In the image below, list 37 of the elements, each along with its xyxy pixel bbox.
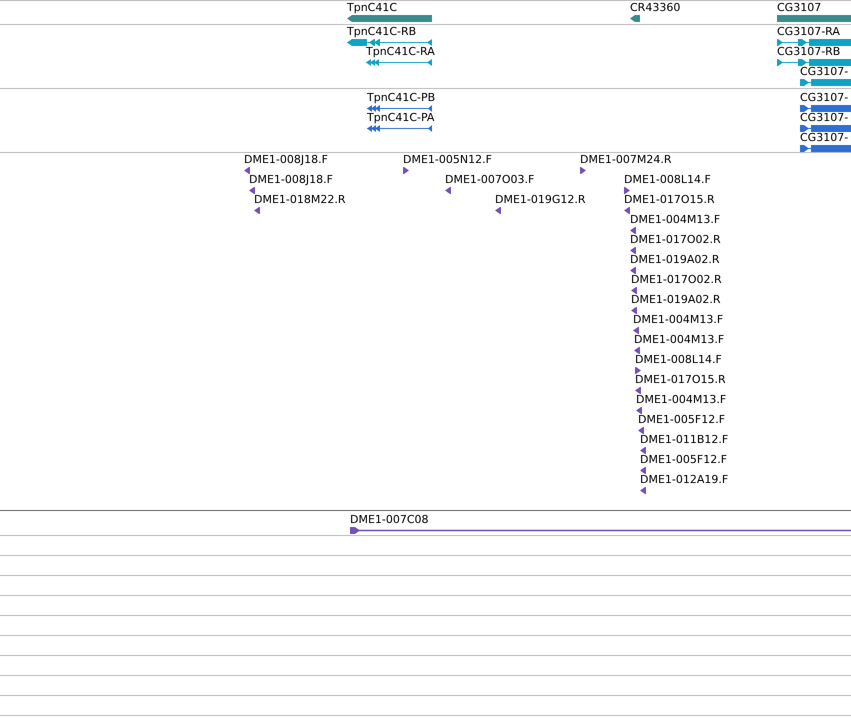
feature-label: DME1-004M13.F — [633, 314, 724, 326]
feature-label: TpnC41C-RA — [366, 46, 435, 58]
feature-label: DME1-007O03.F — [445, 174, 534, 186]
feature-label: DME1-017O15.R — [635, 374, 726, 386]
feature-label: TpnC41C — [347, 2, 398, 14]
feature-label: TpnC41C-PA — [367, 112, 434, 124]
feature-label: DME1-005F12.F — [640, 454, 728, 466]
feature-label: DME1-019A02.R — [630, 254, 720, 266]
feature-label: CG3107- — [800, 112, 848, 124]
feature-label: DME1-017O02.R — [631, 274, 722, 286]
feature-label: TpnC41C-PB — [367, 92, 436, 104]
feature-label: DME1-012A19.F — [640, 474, 728, 486]
feature-label: CG3107 — [777, 2, 822, 14]
feature-label: CG3107-RB — [777, 46, 840, 58]
feature-label: DME1-007C08 — [350, 514, 429, 526]
feature-label: DME1-005F12.F — [638, 414, 726, 426]
feature-label: CG3107- — [800, 66, 848, 78]
feature-label: DME1-008J18.F — [249, 174, 333, 186]
feature-label: DME1-008L14.F — [635, 354, 722, 366]
feature-label: DME1-017O15.R — [624, 194, 715, 206]
feature-label: DME1-011B12.F — [640, 434, 728, 446]
feature-label: DME1-004M13.F — [630, 214, 720, 226]
feature-label: DME1-017O02.R — [630, 234, 721, 246]
feature-label: DME1-019G12.R — [495, 194, 586, 206]
feature-label: DME1-004M13.F — [636, 394, 726, 406]
feature-label: CG3107- — [800, 132, 848, 144]
feature-label: CG3107- — [800, 92, 848, 104]
feature-label: DME1-008J18.F — [244, 154, 328, 166]
feature-label: DME1-007M24.R — [580, 154, 672, 166]
feature-label: DME1-004M13.F — [634, 334, 724, 346]
feature-label: DME1-005N12.F — [403, 154, 492, 166]
feature-label: CG3107-RA — [777, 26, 840, 38]
feature-label: CR43360 — [630, 2, 680, 14]
feature-label: DME1-008L14.F — [624, 174, 711, 186]
feature-label: DME1-018M22.R — [254, 194, 346, 206]
feature-label: DME1-019A02.R — [631, 294, 721, 306]
feature-label: TpnC41C-RB — [347, 26, 416, 38]
